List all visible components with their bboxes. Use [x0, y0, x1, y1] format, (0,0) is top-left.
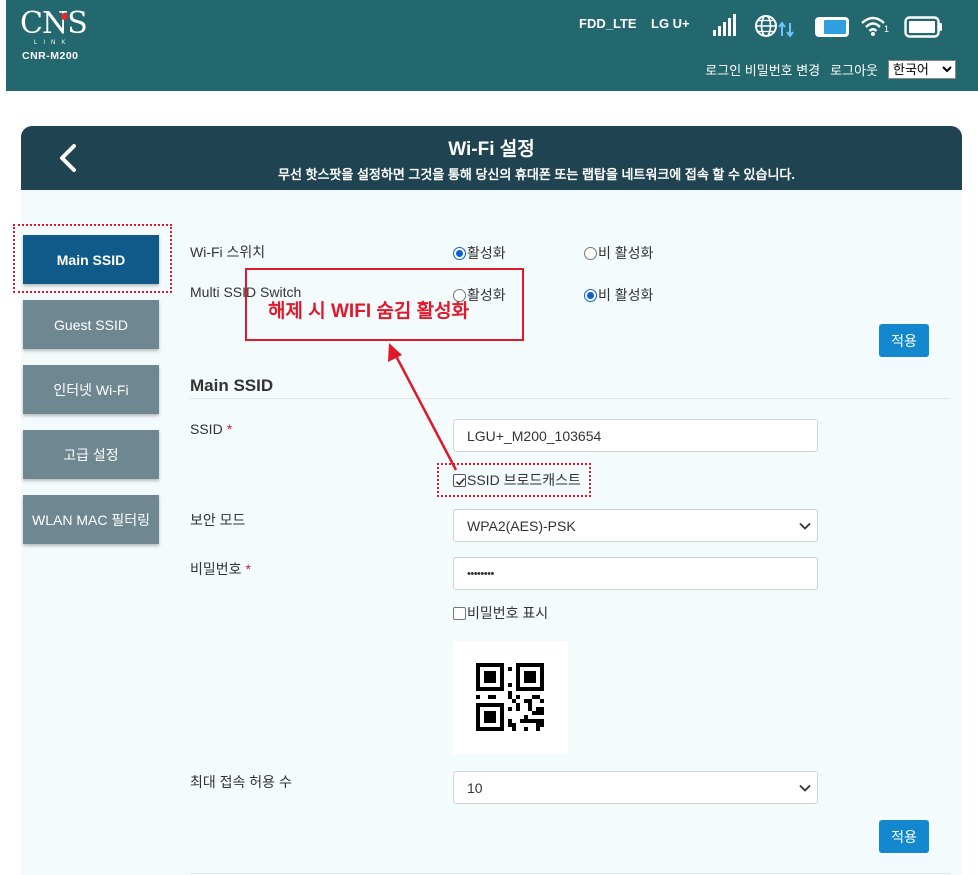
wifi-qr-code [453, 641, 568, 754]
multi-ssid-off-radio[interactable]: 비 활성화 [584, 285, 653, 305]
wifi-switch-off-radio[interactable]: 비 활성화 [584, 243, 653, 263]
wifi-status: 1 [860, 14, 890, 38]
password-input[interactable]: •••••••• [453, 557, 818, 590]
ssid-label-text: SSID [190, 421, 223, 437]
required-mark: * [226, 421, 233, 437]
security-mode-label: 보안 모드 [190, 512, 246, 528]
header-links: 로그인 비밀번호 변경 로그아웃 한국어 [705, 60, 956, 79]
max-clients-label: 최대 접속 허용 수 [190, 774, 292, 790]
show-password-label: 비밀번호 표시 [467, 605, 549, 621]
sidebar-item-advanced[interactable]: 고급 설정 [23, 430, 159, 479]
max-clients-value: 10 [467, 779, 483, 796]
language-select[interactable]: 한국어 [888, 60, 956, 79]
globe-data-icon [755, 15, 794, 38]
logout-link[interactable]: 로그아웃 [830, 60, 878, 79]
password-label-text: 비밀번호 [190, 561, 242, 577]
password-value: •••••••• [467, 567, 494, 580]
radio-label: 비 활성화 [598, 245, 654, 261]
required-mark: * [245, 561, 251, 577]
highlight-box-main-ssid [13, 224, 172, 293]
sidebar-item-guest-ssid[interactable]: Guest SSID [23, 300, 159, 349]
cns-link-logo: CNS LINK CNR-M200 [20, 9, 100, 65]
page-title: Wi-Fi 설정 [448, 139, 535, 160]
show-password-checkbox[interactable]: 비밀번호 표시 [453, 603, 548, 623]
radio-label: 활성화 [467, 245, 506, 261]
wifi-switch-on-radio[interactable]: 활성화 [453, 243, 506, 263]
carrier-name: LG U+ [651, 16, 690, 31]
password-label: 비밀번호 * [190, 559, 251, 579]
battery-icon [904, 16, 942, 38]
main-ssid-section-title: Main SSID [190, 376, 274, 395]
page-description: 무선 핫스팟을 설정하면 그것을 통해 당신의 휴대폰 또는 랩탑을 네트워크에… [277, 167, 795, 182]
change-password-link[interactable]: 로그인 비밀번호 변경 [705, 60, 820, 79]
security-mode-value: WPA2(AES)-PSK [467, 517, 576, 534]
device-model: CNR-M200 [22, 50, 79, 62]
ssid-value: LGU+_M200_103654 [467, 427, 602, 444]
ssid-apply-button[interactable]: 적용 [879, 820, 929, 853]
page-header: Wi-Fi 설정 무선 핫스팟을 설정하면 그것을 통해 당신의 휴대폰 또는 … [21, 126, 962, 190]
radio-indicator [453, 246, 466, 260]
radio-indicator [584, 288, 597, 302]
section-divider [190, 398, 950, 399]
max-clients-select[interactable]: 10 [453, 771, 818, 804]
highlight-box-broadcast [437, 463, 591, 497]
checkbox-box [453, 606, 466, 620]
chevron-down-icon [799, 522, 811, 530]
security-mode-select[interactable]: WPA2(AES)-PSK [453, 509, 818, 542]
qr-code-icon [476, 663, 544, 731]
radio-label: 비 활성화 [598, 287, 654, 303]
switch-apply-button[interactable]: 적용 [879, 324, 929, 357]
sidebar-item-wlan-mac-filter[interactable]: WLAN MAC 필터링 [23, 495, 159, 544]
logo-wordmark: CNS [20, 6, 88, 41]
signal-bars-icon [713, 14, 736, 36]
radio-indicator [584, 246, 597, 260]
sidebar-item-internet-wifi[interactable]: 인터넷 Wi-Fi [23, 365, 159, 414]
network-type: FDD_LTE [579, 16, 637, 31]
annotation-callout-text: 해제 시 WIFI 숨김 활성화 [268, 301, 470, 322]
bottom-divider [190, 873, 950, 874]
logo-link-text: LINK [34, 40, 72, 46]
ssid-input[interactable]: LGU+_M200_103654 [453, 419, 818, 452]
wifi-client-count: 1 [884, 24, 890, 34]
chevron-down-icon [799, 784, 811, 792]
battery-status-icon [815, 17, 849, 37]
ssid-label: SSID * [190, 421, 232, 437]
wifi-switch-label: Wi-Fi 스위치 [190, 244, 266, 260]
